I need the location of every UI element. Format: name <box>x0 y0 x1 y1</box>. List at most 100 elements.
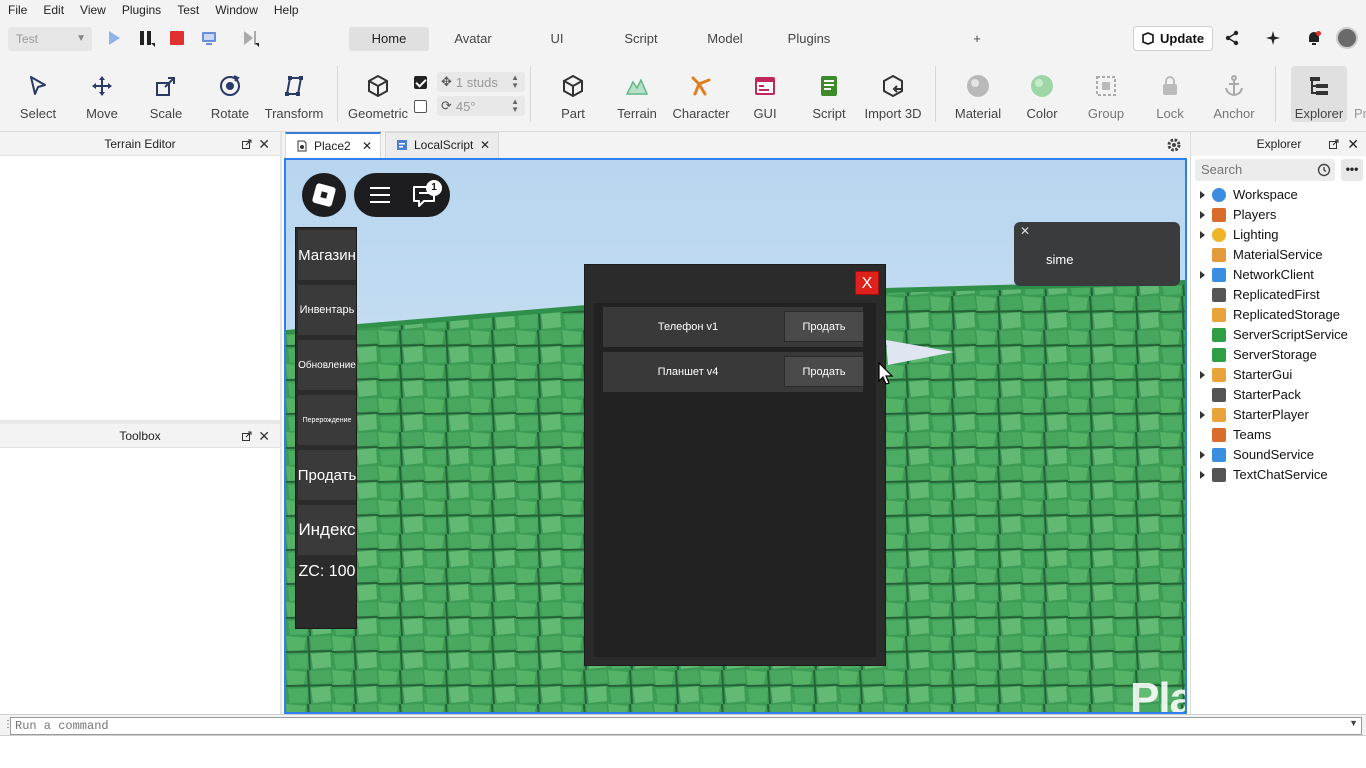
update-button[interactable]: Update <box>1133 26 1213 51</box>
expand-arrow-icon[interactable] <box>1200 371 1205 379</box>
expand-arrow-icon[interactable] <box>1200 271 1205 279</box>
inventory-button[interactable]: Инвентарь <box>298 285 356 335</box>
history-icon[interactable] <box>1317 163 1331 177</box>
menu-view[interactable]: View <box>72 0 114 20</box>
rebirth-button[interactable]: Перерождение <box>298 395 356 445</box>
move-snap-checkbox[interactable] <box>414 75 427 89</box>
color-tool[interactable]: Color <box>1016 56 1068 132</box>
expand-arrow-icon[interactable] <box>1200 191 1205 199</box>
tab-plugins[interactable]: Plugins <box>769 27 849 51</box>
hamburger-menu-icon[interactable] <box>370 186 390 204</box>
close-icon[interactable]: ✕ <box>258 132 270 156</box>
share-icon[interactable] <box>1224 30 1240 46</box>
scale-tool[interactable]: Scale <box>140 56 192 132</box>
group-tool[interactable]: Group <box>1080 56 1132 132</box>
rotate-tool[interactable]: Rotate <box>204 56 256 132</box>
character-tool[interactable]: Character <box>668 56 734 132</box>
roblox-menu-button[interactable] <box>302 173 346 217</box>
spinner-icon[interactable]: ▲ ▼ <box>511 98 519 114</box>
command-input[interactable] <box>10 717 1362 735</box>
item-sell-button[interactable]: Продать <box>784 356 864 387</box>
close-icon[interactable]: ✕ <box>1347 132 1359 156</box>
tree-item[interactable]: ServerScriptService <box>1191 325 1366 345</box>
anchor-tool[interactable]: Anchor <box>1208 56 1260 132</box>
spinner-icon[interactable]: ▲ ▼ <box>511 74 519 90</box>
update-game-button[interactable]: Обновление <box>298 340 356 390</box>
tree-item[interactable]: ServerStorage <box>1191 345 1366 365</box>
pause-icon[interactable] <box>137 29 155 47</box>
left-panel-divider[interactable] <box>280 132 282 714</box>
test-mode-select[interactable]: Test ▼ <box>8 27 92 51</box>
tree-item[interactable]: MaterialService <box>1191 245 1366 265</box>
menu-help[interactable]: Help <box>266 0 307 20</box>
tree-item[interactable]: ReplicatedStorage <box>1191 305 1366 325</box>
item-sell-button[interactable]: Продать <box>784 311 864 342</box>
explorer-toggle-tool[interactable]: Explorer <box>1291 66 1347 122</box>
avatar[interactable] <box>1336 27 1358 49</box>
tree-item[interactable]: ReplicatedFirst <box>1191 285 1366 305</box>
script-tool[interactable]: Script <box>804 56 854 132</box>
tree-item[interactable]: StarterGui <box>1191 365 1366 385</box>
undock-icon[interactable] <box>242 431 252 441</box>
select-tool[interactable]: Select <box>12 56 64 132</box>
add-tab-button[interactable]: + <box>957 27 997 51</box>
gui-tool[interactable]: GUI <box>740 56 790 132</box>
expand-arrow-icon[interactable] <box>1200 471 1205 479</box>
menu-plugins[interactable]: Plugins <box>114 0 169 20</box>
notification-bell-icon[interactable] <box>1306 30 1322 46</box>
tab-model[interactable]: Model <box>685 27 765 51</box>
lock-tool[interactable]: Lock <box>1144 56 1196 132</box>
step-icon[interactable] <box>241 29 259 47</box>
undock-icon[interactable] <box>1329 139 1339 149</box>
undock-icon[interactable] <box>242 139 252 149</box>
sell-button[interactable]: Продать <box>298 450 356 500</box>
more-options-button[interactable]: ••• <box>1341 159 1363 181</box>
sell-item-list[interactable]: Телефон v1 Продать Планшет v4 Продать <box>594 303 876 657</box>
tree-item[interactable]: Lighting <box>1191 225 1366 245</box>
menu-test[interactable]: Test <box>169 0 207 20</box>
tab-avatar[interactable]: Avatar <box>433 27 513 51</box>
rotate-snap-input[interactable]: ⟳ 45° ▲ ▼ <box>437 96 525 116</box>
move-tool[interactable]: Move <box>76 56 128 132</box>
tab-localscript[interactable]: LocalScript ✕ <box>385 132 499 158</box>
close-icon[interactable]: ✕ <box>1020 224 1030 238</box>
play-icon[interactable] <box>105 29 123 47</box>
material-tool[interactable]: Material <box>950 56 1006 132</box>
assistant-sparkle-icon[interactable] <box>1265 30 1281 46</box>
tree-item[interactable]: Workspace <box>1191 185 1366 205</box>
explorer-search-input[interactable] <box>1195 159 1335 181</box>
expand-arrow-icon[interactable] <box>1200 451 1205 459</box>
import-3d-tool[interactable]: Import 3D <box>862 56 924 132</box>
game-viewport[interactable]: 1 Магазин Инвентарь Обновление Перерожде… <box>284 158 1187 714</box>
tab-ui[interactable]: UI <box>517 27 597 51</box>
tree-item[interactable]: TextChatService <box>1191 465 1366 485</box>
tree-item[interactable]: SoundService <box>1191 445 1366 465</box>
tab-script[interactable]: Script <box>601 27 681 51</box>
tree-item[interactable]: StarterPlayer <box>1191 405 1366 425</box>
close-icon[interactable]: ✕ <box>258 424 270 448</box>
tree-item[interactable]: StarterPack <box>1191 385 1366 405</box>
rotate-snap-checkbox[interactable] <box>414 99 427 113</box>
tab-place2[interactable]: Place2 ✕ <box>285 132 381 158</box>
menu-edit[interactable]: Edit <box>35 0 72 20</box>
stop-icon[interactable] <box>168 29 186 47</box>
tab-home[interactable]: Home <box>349 27 429 51</box>
tree-item[interactable]: Players <box>1191 205 1366 225</box>
menu-window[interactable]: Window <box>207 0 266 20</box>
viewport-settings-gear-icon[interactable] <box>1166 137 1182 153</box>
geometric-tool[interactable]: Geometric <box>346 56 410 132</box>
shop-button[interactable]: Магазин <box>298 230 356 280</box>
tree-item[interactable]: Teams <box>1191 425 1366 445</box>
part-tool[interactable]: Part <box>546 56 600 132</box>
chevron-down-icon[interactable]: ▼ <box>1349 718 1358 728</box>
terrain-tool[interactable]: Terrain <box>610 56 664 132</box>
client-server-icon[interactable] <box>200 29 218 47</box>
transform-tool[interactable]: Transform <box>262 56 326 132</box>
expand-arrow-icon[interactable] <box>1200 411 1205 419</box>
move-snap-input[interactable]: ✥ 1 studs ▲ ▼ <box>437 72 525 92</box>
sell-window-close-button[interactable]: X <box>855 271 879 295</box>
tree-item[interactable]: NetworkClient <box>1191 265 1366 285</box>
expand-arrow-icon[interactable] <box>1200 211 1205 219</box>
close-icon[interactable]: ✕ <box>362 134 372 158</box>
close-icon[interactable]: ✕ <box>480 133 490 157</box>
